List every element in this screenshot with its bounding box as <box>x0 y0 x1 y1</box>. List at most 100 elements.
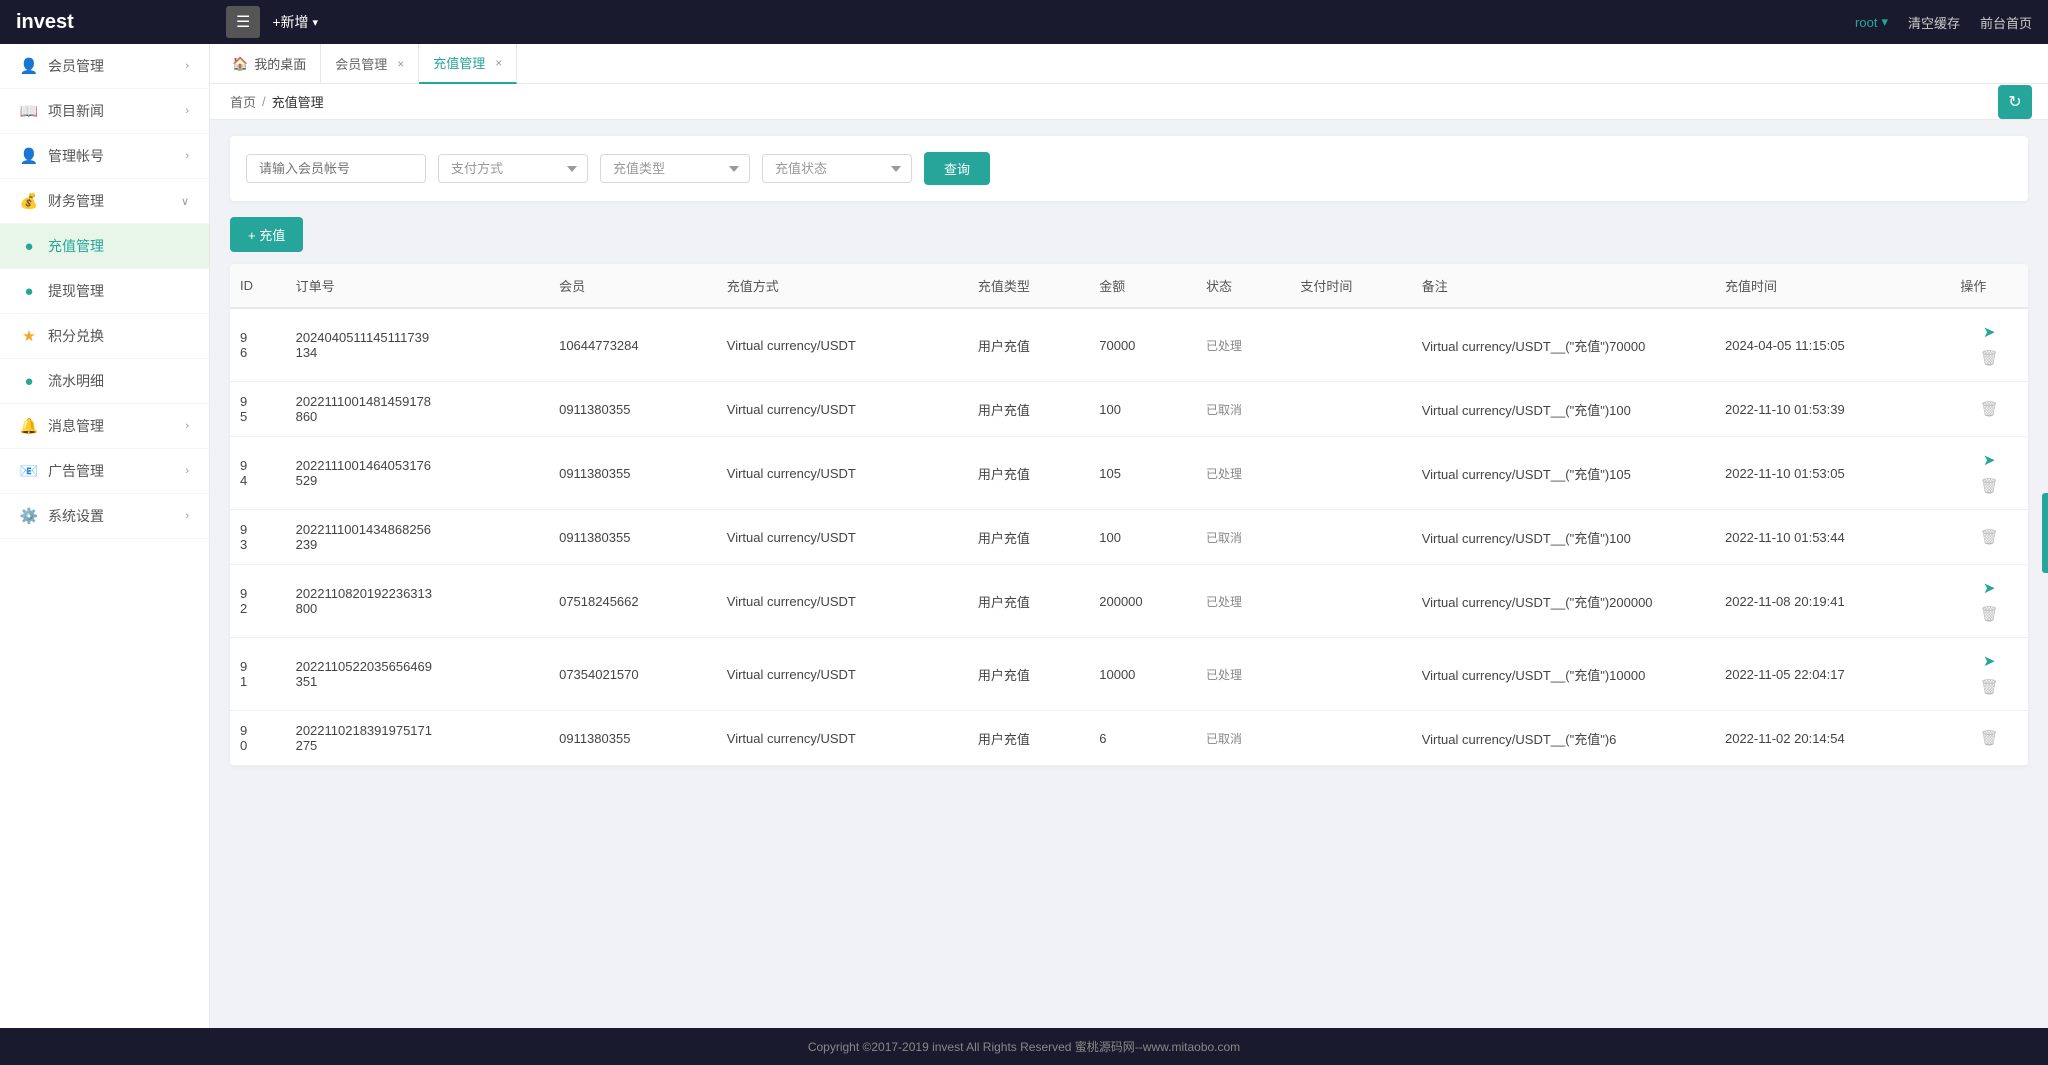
tab-member[interactable]: 会员管理 × <box>321 44 419 84</box>
col-header-member: 会员 <box>549 264 717 308</box>
tabs-bar: 🏠 我的桌面 会员管理 × 充值管理 × <box>210 44 2048 84</box>
delete-button[interactable]: 🗑 <box>1960 603 2018 625</box>
table-row: 9 0 2022110218391975171 275 0911380355 V… <box>230 711 2028 766</box>
sidebar-item-member-management[interactable]: 👤 会员管理 › <box>0 44 209 89</box>
cell-amount: 200000 <box>1089 565 1196 638</box>
new-button[interactable]: +新增 ▾ <box>272 12 318 32</box>
delete-button[interactable]: 🗑 <box>1960 475 2018 497</box>
project-news-icon: 📖 <box>20 102 38 120</box>
cell-order-id: 2022111001464053176 529 <box>286 437 550 510</box>
recharge-type-select[interactable]: 充值类型 <box>600 154 750 183</box>
cell-remark: Virtual currency/USDT__("充值")6 <box>1412 711 1715 766</box>
table-row: 9 6 2024040511145111739 134 10644773284 … <box>230 308 2028 382</box>
col-header-id: ID <box>230 264 286 308</box>
cell-recharge-time: 2022-11-02 20:14:54 <box>1715 711 1950 766</box>
cell-recharge-time: 2022-11-10 01:53:39 <box>1715 382 1950 437</box>
cell-order-id: 2022111001481459178 860 <box>286 382 550 437</box>
cell-payment-method: Virtual currency/USDT <box>717 382 968 437</box>
user-menu[interactable]: root ▾ <box>1855 14 1888 30</box>
chevron-down-icon: ∨ <box>181 195 189 208</box>
cell-payment-time <box>1290 565 1411 638</box>
delete-button[interactable]: 🗑 <box>1960 727 2018 749</box>
cell-payment-time <box>1290 638 1411 711</box>
brand-logo: invest <box>16 11 226 34</box>
cell-payment-method: Virtual currency/USDT <box>717 565 968 638</box>
sidebar-item-system-settings[interactable]: ⚙️ 系统设置 › <box>0 494 209 539</box>
recharge-status-select[interactable]: 充值状态 <box>762 154 912 183</box>
cell-recharge-time: 2022-11-10 01:53:44 <box>1715 510 1950 565</box>
member-account-input[interactable] <box>246 154 426 183</box>
sidebar-item-ad-management[interactable]: 📧 广告管理 › <box>0 449 209 494</box>
col-header-payment-time: 支付时间 <box>1290 264 1411 308</box>
cell-id: 9 6 <box>230 308 286 382</box>
cell-operations: 🗑 <box>1950 711 2028 766</box>
cell-remark: Virtual currency/USDT__("充值")10000 <box>1412 638 1715 711</box>
cell-recharge-type: 用户充值 <box>968 711 1089 766</box>
cell-id: 9 0 <box>230 711 286 766</box>
recharge-table: ID 订单号 会员 充值方式 充值类型 金额 状态 支付时间 备注 充值时间 操… <box>230 264 2028 766</box>
cell-payment-time <box>1290 437 1411 510</box>
delete-button[interactable]: 🗑 <box>1960 676 2018 698</box>
payment-method-select[interactable]: 支付方式 <box>438 154 588 183</box>
tab-home[interactable]: 🏠 我的桌面 <box>218 44 321 84</box>
table-body: 9 6 2024040511145111739 134 10644773284 … <box>230 308 2028 766</box>
add-recharge-button[interactable]: + 充值 <box>230 217 303 252</box>
menu-toggle-button[interactable]: ☰ <box>226 6 260 38</box>
cell-amount: 105 <box>1089 437 1196 510</box>
sidebar-item-points-exchange[interactable]: ★ 积分兑换 <box>0 314 209 359</box>
front-page-button[interactable]: 前台首页 <box>1980 13 2032 32</box>
forward-button[interactable]: ➤ <box>1960 577 2018 599</box>
forward-button[interactable]: ➤ <box>1960 449 2018 471</box>
sidebar-item-message-management[interactable]: 🔔 消息管理 › <box>0 404 209 449</box>
points-exchange-icon: ★ <box>20 327 38 345</box>
table-row: 9 5 2022111001481459178 860 0911380355 V… <box>230 382 2028 437</box>
sidebar-item-project-news[interactable]: 📖 项目新闻 › <box>0 89 209 134</box>
flow-detail-icon: ● <box>20 372 38 390</box>
tab-recharge[interactable]: 充值管理 × <box>419 44 517 84</box>
manage-account-icon: 👤 <box>20 147 38 165</box>
cell-id: 9 4 <box>230 437 286 510</box>
table-row: 9 2 2022110820192236313 800 07518245662 … <box>230 565 2028 638</box>
table-row: 9 3 2022111001434868256 239 0911380355 V… <box>230 510 2028 565</box>
cell-recharge-type: 用户充值 <box>968 510 1089 565</box>
clear-cache-button[interactable]: 清空缓存 <box>1908 13 1960 32</box>
forward-button[interactable]: ➤ <box>1960 650 2018 672</box>
message-management-icon: 🔔 <box>20 417 38 435</box>
breadcrumb: 首页 / 充值管理 ↻ <box>210 84 2048 120</box>
tab-recharge-close-button[interactable]: × <box>495 56 502 70</box>
sidebar-item-manage-account[interactable]: 👤 管理帐号 › <box>0 134 209 179</box>
chevron-right-icon: › <box>185 510 189 522</box>
cell-remark: Virtual currency/USDT__("充值")70000 <box>1412 308 1715 382</box>
cell-status: 已处理 <box>1196 308 1290 382</box>
cell-id: 9 3 <box>230 510 286 565</box>
col-header-operation: 操作 <box>1950 264 2028 308</box>
withdrawal-management-icon: ● <box>20 282 38 300</box>
cell-order-id: 2022110522035656469 351 <box>286 638 550 711</box>
tab-member-close-button[interactable]: × <box>397 57 404 71</box>
sidebar-item-recharge-management[interactable]: ● 充值管理 <box>0 224 209 269</box>
refresh-button[interactable]: ↻ <box>1998 85 2032 119</box>
cell-recharge-type: 用户充值 <box>968 437 1089 510</box>
search-button[interactable]: 查询 <box>924 152 990 185</box>
breadcrumb-current: 充值管理 <box>272 92 324 111</box>
main-wrapper: 👤 会员管理 › 📖 项目新闻 › 👤 管理帐号 › 💰 财务管理 ∨ <box>0 44 2048 1028</box>
delete-button[interactable]: 🗑 <box>1960 398 2018 420</box>
filter-bar: 支付方式 充值类型 充值状态 查询 <box>230 136 2028 201</box>
delete-button[interactable]: 🗑 <box>1960 526 2018 548</box>
chevron-right-icon: › <box>185 60 189 72</box>
sidebar: 👤 会员管理 › 📖 项目新闻 › 👤 管理帐号 › 💰 财务管理 ∨ <box>0 44 210 1028</box>
cell-payment-method: Virtual currency/USDT <box>717 711 968 766</box>
breadcrumb-home[interactable]: 首页 <box>230 92 256 111</box>
cell-operations: 🗑 <box>1950 510 2028 565</box>
forward-button[interactable]: ➤ <box>1960 321 2018 343</box>
sidebar-item-finance-management[interactable]: 💰 财务管理 ∨ <box>0 179 209 224</box>
top-right-actions: root ▾ 清空缓存 前台首页 <box>1855 13 2032 32</box>
chevron-right-icon: › <box>185 105 189 117</box>
sidebar-item-flow-detail[interactable]: ● 流水明细 <box>0 359 209 404</box>
action-bar: + 充值 <box>230 217 2028 252</box>
cell-status: 已处理 <box>1196 437 1290 510</box>
sidebar-item-withdrawal-management[interactable]: ● 提现管理 <box>0 269 209 314</box>
cell-remark: Virtual currency/USDT__("充值")105 <box>1412 437 1715 510</box>
delete-button[interactable]: 🗑 <box>1960 347 2018 369</box>
cell-recharge-time: 2022-11-08 20:19:41 <box>1715 565 1950 638</box>
